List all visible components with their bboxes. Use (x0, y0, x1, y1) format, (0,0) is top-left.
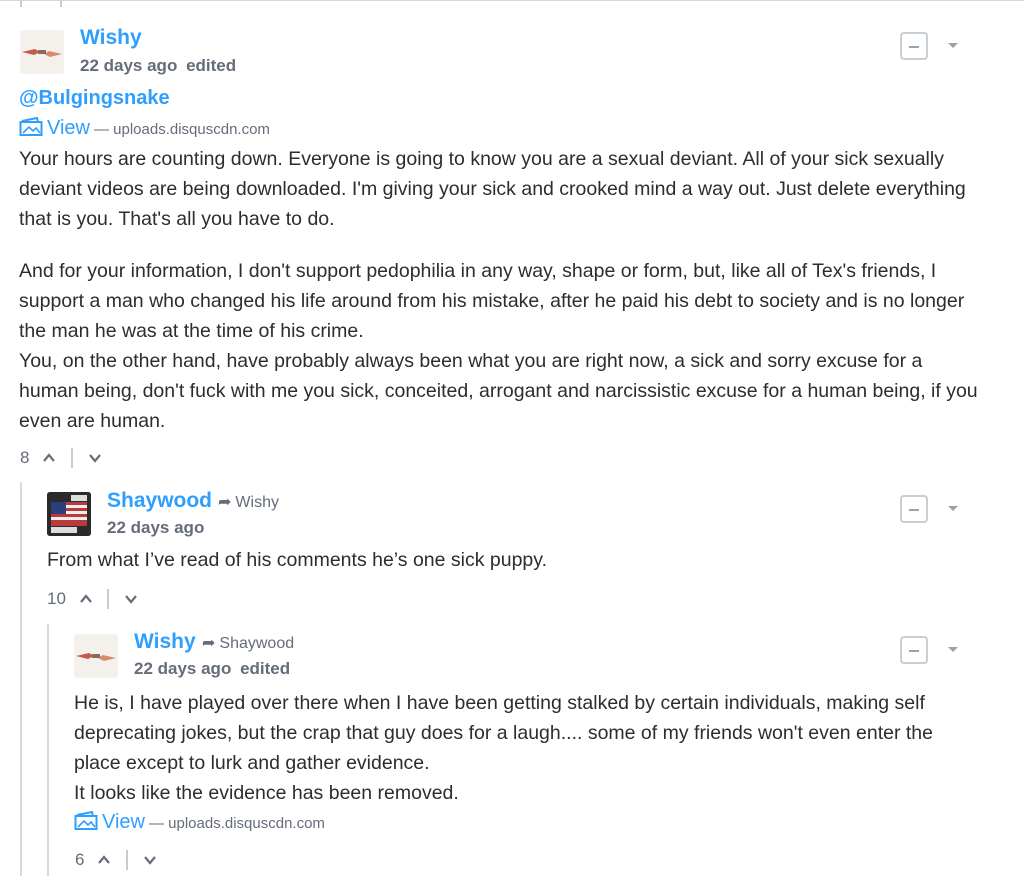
reply-thread-line (20, 482, 22, 876)
attachment-source: — uploads.disquscdn.com (94, 121, 270, 138)
upvote-count: 10 (47, 588, 66, 608)
comment-body: He is, I have played over there when I h… (74, 688, 984, 808)
handshake-icon (74, 634, 118, 678)
upvote-count: 8 (20, 447, 30, 467)
collapse-box-icon[interactable] (900, 636, 928, 664)
reply-to-name: Shaywood (219, 635, 295, 652)
collapse-box-icon[interactable] (900, 495, 928, 523)
attachment-source: — uploads.disquscdn.com (149, 815, 325, 832)
comment-meta: 22 days ago edited (134, 659, 290, 679)
comment-paragraph: It looks like the evidence has been remo… (74, 782, 459, 804)
image-icon (19, 116, 43, 142)
attachment-line: View — uploads.disquscdn.com (19, 116, 270, 142)
reply-arrow-icon: ➦ (202, 635, 216, 652)
comment-body: From what I’ve read of his comments he’s… (47, 545, 977, 575)
vote-bar: 8 (20, 447, 102, 468)
mention-link[interactable]: @Bulgingsnake (19, 87, 170, 110)
comment-meta: 22 days ago edited (80, 56, 236, 76)
chevron-down-icon[interactable] (143, 853, 157, 867)
comment-body: Your hours are counting down. Everyone i… (19, 144, 979, 436)
upvote-count: 6 (75, 849, 85, 869)
vote-divider (107, 588, 110, 609)
edited-label: edited (240, 659, 291, 678)
chevron-up-icon[interactable] (79, 592, 93, 606)
reply-thread-line (47, 624, 49, 876)
vote-bar: 10 (47, 588, 138, 609)
view-attachment-link[interactable]: View (47, 117, 90, 139)
reply-to[interactable]: ➦ Shaywood (202, 633, 294, 653)
chevron-up-icon[interactable] (97, 853, 111, 867)
reply-to-name: Wishy (235, 494, 279, 511)
flag-avatar-icon (47, 492, 91, 536)
avatar[interactable] (47, 492, 91, 536)
top-divider (0, 0, 1024, 1)
comment-paragraph: He is, I have played over there when I h… (74, 692, 933, 774)
comment-paragraph: And for your information, I don't suppor… (19, 260, 965, 342)
reply-arrow-icon: ➦ (218, 494, 232, 511)
reply-to[interactable]: ➦ Wishy (218, 492, 279, 512)
vote-divider (125, 849, 128, 870)
collapse-box-icon[interactable] (900, 32, 928, 60)
view-attachment-link[interactable]: View (102, 811, 145, 833)
chevron-down-icon[interactable] (124, 592, 138, 606)
caret-down-icon[interactable] (948, 647, 958, 652)
caret-down-icon[interactable] (948, 43, 958, 48)
timestamp[interactable]: 22 days ago (107, 518, 204, 537)
author-name[interactable]: Wishy (134, 630, 196, 654)
timestamp[interactable]: 22 days ago (80, 56, 177, 75)
author-name[interactable]: Shaywood (107, 489, 212, 513)
comment-meta: 22 days ago (107, 518, 204, 538)
timestamp[interactable]: 22 days ago (134, 659, 231, 678)
chevron-up-icon[interactable] (42, 451, 56, 465)
comment-paragraph: You, on the other hand, have probably al… (19, 350, 978, 432)
avatar[interactable] (74, 634, 118, 678)
thread-line-stub (60, 0, 62, 7)
thread-line-stub (20, 0, 22, 7)
comment-paragraph: From what I’ve read of his comments he’s… (47, 549, 548, 571)
vote-bar: 6 (75, 849, 157, 870)
author-name[interactable]: Wishy (80, 26, 142, 50)
vote-divider (70, 447, 73, 468)
edited-label: edited (186, 56, 237, 75)
handshake-icon (20, 30, 64, 74)
avatar[interactable] (20, 30, 64, 74)
caret-down-icon[interactable] (948, 506, 958, 511)
image-icon (74, 810, 98, 836)
comment-paragraph: Your hours are counting down. Everyone i… (19, 148, 966, 230)
chevron-down-icon[interactable] (88, 451, 102, 465)
attachment-line: View — uploads.disquscdn.com (74, 810, 325, 836)
